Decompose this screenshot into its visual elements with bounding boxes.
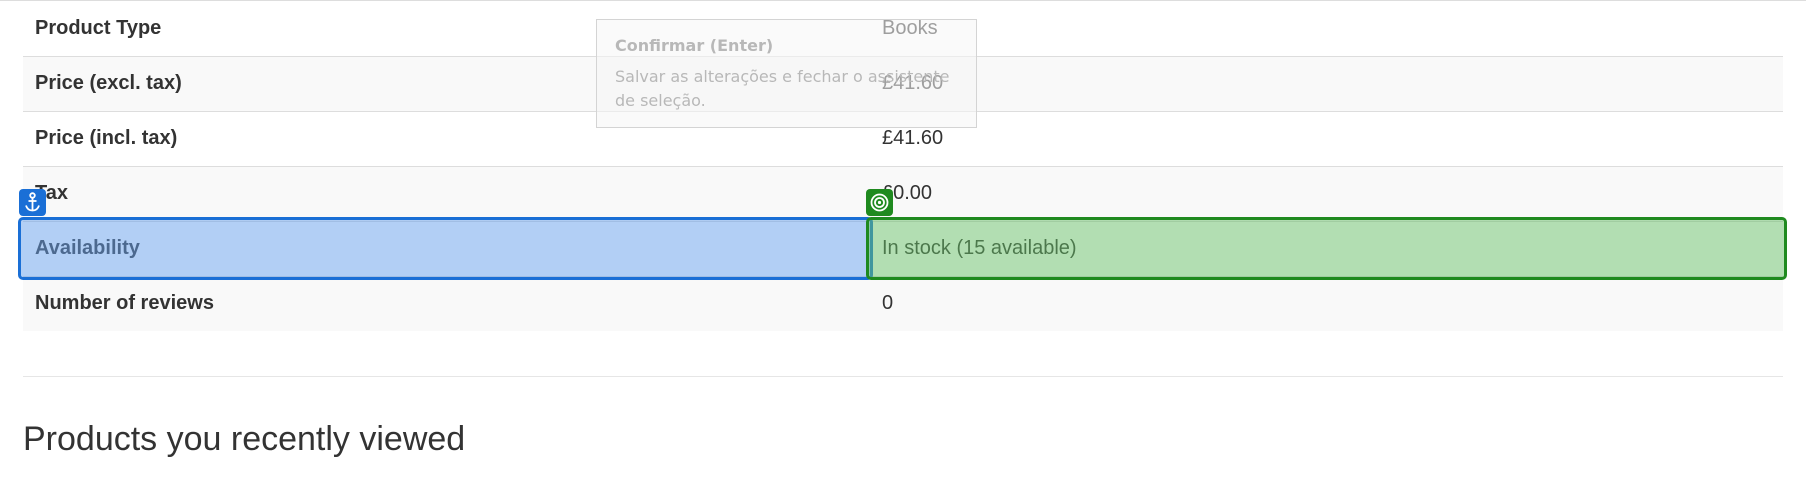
row-value-product-type: Books — [870, 1, 1783, 56]
product-page: Product Type Books Price (excl. tax) £41… — [0, 0, 1806, 480]
anchor-icon-glyph — [25, 192, 40, 212]
row-value-price-incl-tax: £41.60 — [870, 110, 1783, 166]
anchor-selection-highlight[interactable] — [18, 217, 873, 280]
row-value-tax: £0.00 — [870, 165, 1783, 221]
confirm-tooltip: Confirmar (Enter) Salvar as alterações e… — [596, 19, 977, 128]
row-value-price-excl-tax: £41.60 — [870, 55, 1783, 111]
table-row: Tax £0.00 — [23, 165, 1783, 221]
tooltip-body: Salvar as alterações e fechar o assisten… — [615, 67, 950, 110]
row-label-number-of-reviews: Number of reviews — [23, 275, 870, 331]
row-value-number-of-reviews: 0 — [870, 275, 1783, 331]
row-label-tax: Tax — [23, 165, 870, 221]
target-icon[interactable] — [866, 189, 893, 216]
target-icon-glyph — [870, 193, 889, 212]
recently-viewed-heading: Products you recently viewed — [23, 420, 466, 458]
table-row: Number of reviews 0 — [23, 275, 1783, 331]
section-divider — [23, 376, 1783, 377]
target-selection-highlight[interactable] — [866, 217, 1787, 280]
tooltip-title: Confirmar (Enter) — [615, 36, 774, 55]
anchor-icon[interactable] — [19, 189, 46, 216]
